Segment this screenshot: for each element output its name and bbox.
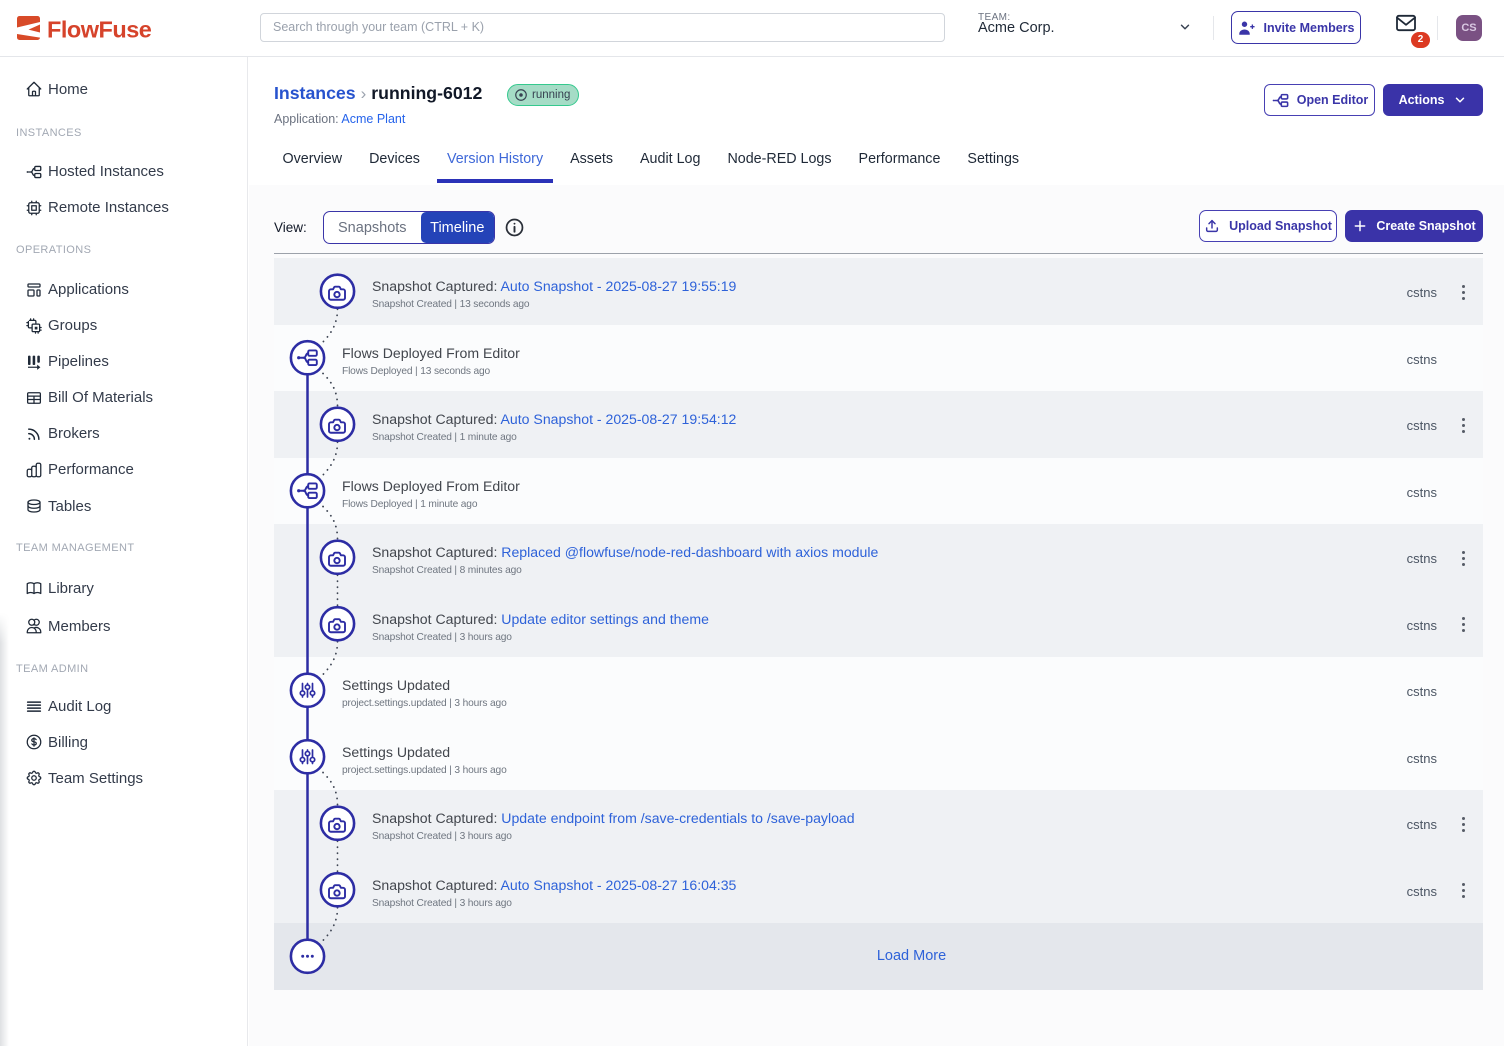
svg-text:FlowFuse: FlowFuse	[47, 17, 152, 43]
